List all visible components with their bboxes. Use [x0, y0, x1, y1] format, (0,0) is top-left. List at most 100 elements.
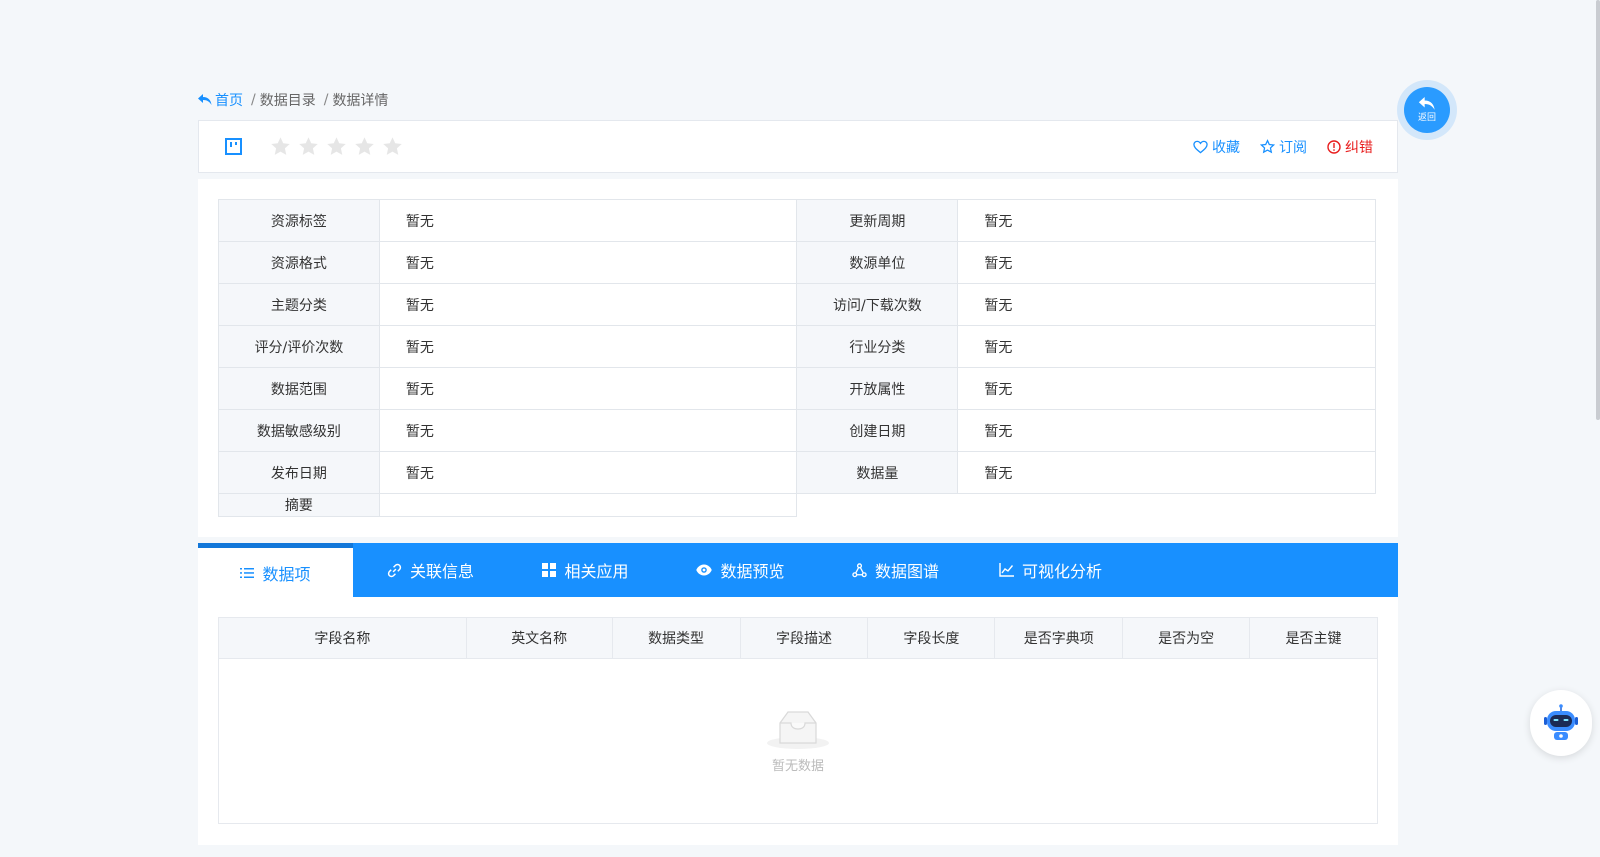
empty-state: 暂无数据 [218, 658, 1378, 824]
summary-blank [797, 494, 1376, 517]
tab-related-info[interactable]: 关联信息 [353, 543, 508, 597]
favorite-button[interactable]: 收藏 [1193, 137, 1240, 157]
column-header[interactable]: 英文名称 [466, 617, 613, 659]
column-header[interactable]: 字段长度 [867, 617, 996, 659]
info-row: 评分/评价次数 暂无 行业分类 暂无 [218, 325, 1376, 368]
detail-tabs: 数据项 关联信息 相关应用 数据预览 数据图谱 可视化分析 [198, 543, 1398, 597]
info-value: 暂无 [957, 325, 1376, 368]
column-header[interactable]: 是否主键 [1249, 617, 1378, 659]
report-error-label: 纠错 [1345, 139, 1373, 156]
link-icon [387, 563, 402, 577]
column-header[interactable]: 字段描述 [740, 617, 869, 659]
info-label: 资源标签 [218, 199, 380, 242]
info-value: 暂无 [957, 451, 1376, 494]
info-value: 暂无 [378, 451, 798, 494]
back-button-label: 返回 [1417, 113, 1436, 123]
star-outline-icon [1260, 139, 1275, 154]
info-section: 资源标签 暂无 更新周期 暂无 资源格式 暂无 数源单位 暂无 主题分类 暂无 … [198, 179, 1398, 537]
info-label: 评分/评价次数 [218, 325, 380, 368]
info-label: 主题分类 [218, 283, 380, 326]
breadcrumb: 首页 / 数据目录 / 数据详情 [198, 90, 388, 110]
breadcrumb-home-label: 首页 [215, 93, 243, 109]
summary-label: 摘要 [218, 493, 380, 517]
header-card: 收藏 订阅 纠错 [198, 120, 1398, 173]
tab-data-items[interactable]: 数据项 [198, 543, 353, 597]
info-label: 数据敏感级别 [218, 409, 380, 452]
info-value: 暂无 [378, 409, 798, 452]
summary-value [378, 493, 798, 517]
field-section: 字段名称 英文名称 数据类型 字段描述 字段长度 是否字典项 是否为空 是否主键… [198, 597, 1398, 845]
star-icon[interactable] [270, 136, 291, 157]
back-arrow-icon [198, 94, 212, 105]
dataset-logo-icon [225, 138, 242, 155]
alert-circle-icon [1327, 139, 1341, 154]
info-row: 主题分类 暂无 访问/下载次数 暂无 [218, 283, 1376, 326]
robot-icon [1544, 704, 1578, 740]
info-value: 暂无 [378, 325, 798, 368]
empty-text: 暂无数据 [771, 759, 824, 774]
info-row: 数据范围 暂无 开放属性 暂无 [218, 367, 1376, 410]
subscribe-button[interactable]: 订阅 [1260, 137, 1307, 157]
heart-icon [1193, 140, 1208, 153]
rating-stars[interactable] [270, 136, 403, 157]
info-label: 发布日期 [218, 451, 380, 494]
floating-back-button[interactable]: 返回 [1397, 80, 1457, 140]
breadcrumb-separator: / [251, 92, 256, 108]
star-icon[interactable] [298, 136, 319, 157]
star-icon[interactable] [354, 136, 375, 157]
info-value: 暂无 [378, 367, 798, 410]
column-header[interactable]: 数据类型 [612, 617, 741, 659]
info-row: 发布日期 暂无 数据量 暂无 [218, 451, 1376, 494]
tab-label: 关联信息 [409, 562, 474, 581]
info-value: 暂无 [957, 367, 1376, 410]
column-header[interactable]: 是否字典项 [994, 617, 1124, 659]
column-header[interactable]: 字段名称 [218, 617, 467, 659]
tab-related-apps[interactable]: 相关应用 [508, 543, 663, 597]
info-label: 资源格式 [218, 241, 380, 284]
breadcrumb-item-detail: 数据详情 [332, 93, 389, 109]
breadcrumb-home-link[interactable]: 首页 [198, 90, 243, 110]
info-label: 开放属性 [796, 367, 959, 410]
fields-table: 字段名称 英文名称 数据类型 字段描述 字段长度 是否字典项 是否为空 是否主键 [218, 617, 1378, 659]
column-header[interactable]: 是否为空 [1122, 617, 1251, 659]
info-row: 数据敏感级别 暂无 创建日期 暂无 [218, 409, 1376, 452]
info-value: 暂无 [957, 409, 1376, 452]
breadcrumb-item-catalog[interactable]: 数据目录 [260, 90, 316, 110]
tab-label: 数据项 [262, 564, 311, 584]
info-label: 行业分类 [796, 325, 959, 368]
list-icon [240, 567, 255, 578]
tab-label: 数据图谱 [874, 562, 939, 581]
fields-header-row: 字段名称 英文名称 数据类型 字段描述 字段长度 是否字典项 是否为空 是否主键 [218, 617, 1378, 659]
info-row: 资源格式 暂无 数源单位 暂无 [218, 241, 1376, 284]
breadcrumb-separator: / [323, 92, 329, 108]
info-table: 资源标签 暂无 更新周期 暂无 资源格式 暂无 数源单位 暂无 主题分类 暂无 … [218, 199, 1376, 517]
info-label: 数源单位 [796, 241, 959, 284]
header-actions: 收藏 订阅 纠错 [1193, 137, 1373, 157]
assistant-robot-button[interactable] [1530, 690, 1592, 756]
star-icon[interactable] [382, 136, 403, 157]
back-arrow-icon [1418, 97, 1435, 110]
tab-label: 相关应用 [564, 562, 629, 581]
info-label: 创建日期 [796, 409, 959, 452]
info-label: 数据量 [796, 451, 959, 494]
eye-icon [696, 564, 713, 576]
page-scrollbar[interactable] [1596, 0, 1600, 420]
back-button-inner[interactable]: 返回 [1404, 87, 1450, 133]
info-value: 暂无 [378, 199, 798, 242]
info-value: 暂无 [957, 241, 1376, 284]
info-row: 资源标签 暂无 更新周期 暂无 [218, 199, 1376, 242]
report-error-button[interactable]: 纠错 [1327, 137, 1373, 157]
info-label: 数据范围 [218, 367, 380, 410]
line-chart-icon [999, 563, 1014, 577]
tab-visual-analysis[interactable]: 可视化分析 [973, 543, 1128, 597]
subscribe-label: 订阅 [1279, 139, 1307, 156]
favorite-label: 收藏 [1212, 139, 1240, 156]
summary-row: 摘要 [218, 493, 1376, 517]
star-icon[interactable] [326, 136, 347, 157]
info-value: 暂无 [957, 283, 1376, 326]
info-value: 暂无 [378, 241, 798, 284]
tab-data-preview[interactable]: 数据预览 [663, 543, 818, 597]
info-value: 暂无 [378, 283, 798, 326]
empty-inbox-icon [767, 711, 829, 749]
tab-data-graph[interactable]: 数据图谱 [818, 543, 973, 597]
